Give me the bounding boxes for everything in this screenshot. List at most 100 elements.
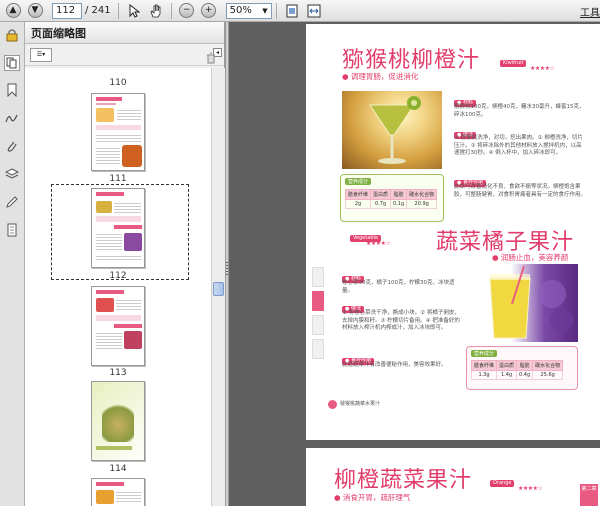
nutrition-tag: 营养成分 (471, 350, 498, 357)
recipe-subtitle: ● 调理胃肠，促进消化 (342, 72, 419, 81)
juice-glass-icon (489, 265, 574, 339)
thumbnail-panel-tools: ☰▾ (25, 44, 224, 66)
recipe-title: 柳橙蔬菜果汁 (334, 468, 473, 493)
nutrition-value: 0.7g (370, 199, 392, 209)
cursor-arrow-icon (129, 3, 140, 18)
toolbar-separator (117, 2, 119, 19)
nutrition-header: 脂肪 (516, 360, 534, 371)
navigation-icon-strip (0, 22, 25, 506)
nutrition-header: 脂肪 (390, 189, 408, 200)
nutrition-header: 蛋白质 (370, 189, 392, 200)
rating-stars: ★★★★☆ (530, 65, 555, 72)
thumbnail-panel: 页面缩略图 ◂ ☰▾ 110 111 112 113 114 (25, 22, 225, 506)
nutrition-header: 膳食纤维 (344, 189, 372, 200)
page-number-value: 112 (56, 5, 76, 16)
nutrition-table: 膳食纤维 蛋白质 脂肪 碳水化合物 1.3g 1.4g 0.4g 25.6g (470, 360, 564, 380)
fit-width-button[interactable] (305, 2, 323, 20)
tools-menu[interactable]: 工具 (580, 4, 600, 19)
arrow-down-icon: ▼ (27, 3, 43, 18)
english-name-badge: Kiwifruit (500, 60, 527, 67)
thumbnail-panel-title: 页面缩略图 (31, 26, 86, 40)
chapter-side-tabs (312, 267, 324, 379)
zoom-in-button[interactable]: + (200, 2, 218, 20)
main-toolbar: ▲ ▼ 112 / 241 − + 50% ▼ 工具 (0, 0, 600, 22)
rating-stars: ★★★★☆ (366, 240, 391, 247)
thumbnail-label: 112 (109, 271, 127, 281)
effect-text: 此道蔬菜汁有改善便秘作用，美容效果好。 (342, 362, 447, 368)
thumbnail-page-111[interactable] (91, 93, 145, 171)
fit-width-icon (307, 4, 321, 17)
thumbnail-options-button[interactable]: ☰▾ (30, 47, 52, 62)
attachment-icon[interactable] (4, 138, 20, 154)
chevron-down-icon: ▼ (262, 6, 268, 15)
nutrition-tag: 营养成分 (345, 178, 372, 185)
recipe-english-name: Kiwifruit (500, 54, 527, 67)
nutrition-box: 营养成分 膳食纤维 蛋白质 脂肪 碳水化合物 2g 0.7g 0.1g 20.9… (340, 174, 444, 222)
thumbnail-label: 111 (109, 174, 127, 184)
nutrition-header: 碳水化合物 (406, 189, 438, 200)
lock-icon[interactable] (4, 27, 20, 43)
thumbnail-label: 110 (109, 78, 127, 88)
nutrition-table: 膳食纤维 蛋白质 脂肪 碳水化合物 2g 0.7g 0.1g 20.9g (344, 189, 438, 209)
nutrition-header: 碳水化合物 (532, 360, 564, 371)
cocktail-glass-icon (369, 96, 421, 164)
arrow-up-icon: ▲ (5, 3, 21, 18)
page-thumbnails-icon[interactable] (4, 55, 20, 71)
document-viewer[interactable]: 猕猴桃柳橙汁 Kiwifruit ★★★★☆ ● 调理胃肠，促进消化 ● 材料 … (229, 22, 600, 506)
document-page-112: 猕猴桃柳橙汁 Kiwifruit ★★★★☆ ● 调理胃肠，促进消化 ● 材料 … (306, 24, 600, 440)
nutrition-value: 1.3g (470, 370, 498, 380)
page-number-dot (328, 400, 337, 409)
trash-icon[interactable] (206, 52, 216, 64)
next-page-button[interactable]: ▼ (26, 2, 44, 20)
zoom-select[interactable]: 50% ▼ (225, 2, 272, 19)
english-name-badge: Orange (490, 480, 515, 487)
thumbnail-page-115[interactable] (91, 478, 145, 506)
zoom-value: 50% (229, 5, 252, 16)
edit-pen-icon[interactable] (4, 194, 20, 210)
fit-page-button[interactable] (283, 2, 301, 20)
signature-icon[interactable] (4, 110, 20, 126)
layers-icon[interactable] (4, 166, 20, 182)
document-page-113: 柳橙蔬菜果汁 Orange ★★★★☆ ● 消食开胃，疏肝理气 第二章 (306, 448, 600, 506)
fit-page-icon (286, 4, 298, 17)
zoom-out-button[interactable]: − (178, 2, 196, 20)
thumbnail-label: 113 (109, 368, 127, 378)
thumbnail-page-112[interactable] (91, 188, 145, 268)
nutrition-value: 0.1g (390, 199, 408, 209)
page-total-label: / 241 (85, 5, 111, 16)
material-text: 卷心菜30克，橘子100克，柠檬30克，冰块适量。 (342, 280, 455, 294)
nutrition-box: 营养成分 膳食纤维 蛋白质 脂肪 碳水化合物 1.3g 1.4g 0.4g 25… (466, 346, 578, 390)
page-number-input[interactable]: 112 (52, 2, 82, 19)
method-text: ① 将卷心菜洗干净，撕成小块。② 将橘子剥皮，去掉内膜和籽。③ 柠檬切片备用。④… (342, 310, 460, 331)
nutrition-header: 膳食纤维 (470, 360, 498, 371)
nutrition-value: 25.6g (532, 370, 564, 380)
thumbnail-list[interactable]: 110 111 112 113 114 (25, 68, 211, 506)
toolbar-separator (275, 2, 277, 19)
material-text: 猕猴桃100克，柳橙40克，糖水30毫升，蜂蜜15克，碎冰100克。 (454, 104, 585, 118)
nutrition-header: 蛋白质 (496, 360, 518, 371)
chapter-side-tab: 第二章 (580, 484, 598, 506)
recipe-title: 猕猴桃柳橙汁 (342, 48, 481, 73)
nutrition-value: 1.4g (496, 370, 518, 380)
select-tool-button[interactable] (125, 2, 143, 20)
options-list-icon: ☰▾ (36, 51, 46, 58)
effect-text: 此饮可改善消化不良、食欲不振等状况。柳橙饱含果胶，可整肠健胃，对食积胃痛者具有一… (454, 184, 587, 198)
hand-icon (150, 4, 161, 17)
thumbnail-scrollbar[interactable] (211, 68, 225, 506)
recipe-subtitle: ● 消食开胃，疏肝理气 (334, 493, 411, 502)
plus-icon: + (201, 3, 217, 18)
recipe-photo (342, 91, 442, 169)
document-icon[interactable] (4, 222, 20, 238)
thumbnail-panel-header: 页面缩略图 ◂ (25, 22, 224, 57)
method-text: ① 猕猴桃洗净，对切，挖出果肉。② 柳橙洗净，切片压汁。③ 将碎冰除外的其他材料… (454, 135, 583, 156)
thumbnail-label: 114 (109, 464, 127, 474)
rating-stars: ★★★★☆ (518, 485, 543, 492)
toolbar-separator (170, 2, 172, 19)
thumbnail-page-113[interactable] (91, 286, 145, 366)
thumbnail-scrollbar-thumb[interactable] (213, 282, 224, 296)
bookmark-icon[interactable] (4, 82, 20, 98)
nutrition-value: 20.9g (406, 199, 438, 209)
thumbnail-page-114[interactable] (91, 381, 145, 461)
hand-tool-button[interactable] (147, 2, 165, 20)
previous-page-button[interactable]: ▲ (4, 2, 22, 20)
